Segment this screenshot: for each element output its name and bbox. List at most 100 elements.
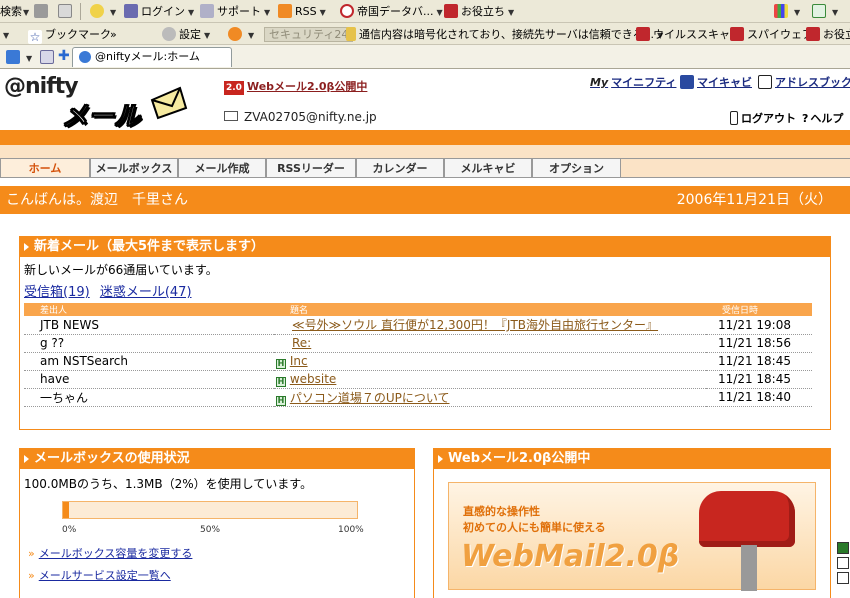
mail-from: JTB NEWS bbox=[24, 316, 274, 335]
mail-subject[interactable]: ≪号外≫ソウル 直行便が12,300円！『JTB海外自由旅行センター』 bbox=[292, 318, 658, 332]
security24-badge[interactable]: セキュリティ24 bbox=[264, 26, 354, 43]
widget-icon[interactable] bbox=[837, 572, 849, 584]
html-mail-icon: H bbox=[276, 395, 286, 406]
html-mail-icon: H bbox=[276, 376, 286, 387]
envelope-logo-icon bbox=[150, 86, 188, 120]
inbox-link[interactable]: 受信箱(19) bbox=[24, 285, 90, 300]
oyakudachi2-button[interactable]: お役立 bbox=[806, 26, 850, 43]
login-button[interactable]: ログイン ▼ bbox=[124, 3, 194, 20]
site-header: @nifty メール 2.0 Webメール2.0β公開中 ZVA02705@nif… bbox=[0, 70, 850, 133]
pencil-icon[interactable] bbox=[34, 3, 51, 20]
banner-line1: 直感的な操作性 bbox=[463, 505, 540, 518]
mailbox-usage-title: メールボックスの使用状況 bbox=[20, 449, 414, 469]
virus-scan-button[interactable]: ウイルススキャン bbox=[636, 26, 741, 43]
grid-icon[interactable] bbox=[40, 49, 57, 66]
teikoku-button[interactable]: 帝国データバ... ▼ bbox=[340, 3, 443, 20]
mycabi-link[interactable]: マイキャビ bbox=[680, 74, 752, 90]
header-band bbox=[0, 130, 850, 145]
new-mail-panel: 新着メール（最大5件まで表示します） 新しいメールが66通届いています。 受信箱… bbox=[19, 236, 831, 430]
home-icon[interactable]: ▼ bbox=[6, 49, 32, 66]
arrow-icon: » bbox=[28, 569, 35, 582]
table-row[interactable]: 一ちゃん H パソコン道場７のUPについて 11/21 18:40 bbox=[24, 388, 812, 407]
dd-icon[interactable]: ▼ bbox=[20, 3, 29, 20]
new-mail-count: 新しいメールが66通届いています。 bbox=[24, 263, 218, 277]
widget-icon[interactable] bbox=[837, 557, 849, 569]
bookmarks-button[interactable]: ☆ ブックマーク bbox=[28, 26, 111, 44]
door-icon bbox=[730, 111, 738, 125]
mail-date: 11/21 18:45 bbox=[706, 370, 812, 389]
mail-subject[interactable]: Re: bbox=[292, 336, 311, 350]
windows-icon[interactable]: ▼ bbox=[774, 3, 800, 20]
nav-tab-mailbox[interactable]: メールボックス bbox=[90, 158, 178, 178]
mail-table: 差出人 題名 受信日時 JTB NEWS ≪号外≫ソウル 直行便が12,300円… bbox=[24, 303, 812, 407]
mynifty-link[interactable]: My マイニフティ bbox=[590, 74, 676, 90]
banner-logo: WebMail2.0β bbox=[461, 539, 680, 574]
security-message[interactable]: 通信内容は暗号化されており、接続先サーバは信頼できる... ▼ bbox=[346, 26, 663, 43]
gauge-label-0: 0% bbox=[62, 525, 77, 535]
mailbox-usage-panel: メールボックスの使用状況 100.0MBのうち、1.3MB（2%）を使用していま… bbox=[19, 448, 415, 598]
spam-link[interactable]: 迷惑メール(47) bbox=[100, 285, 192, 300]
webmail-panel-title: Webメール2.0β公開中 bbox=[434, 449, 830, 469]
help-icon: ? bbox=[802, 112, 809, 125]
table-row[interactable]: am NSTSearch H Inc 11/21 18:45 bbox=[24, 352, 812, 371]
account-address: ZVA02705@nifty.ne.jp bbox=[224, 110, 377, 124]
webmail-promo-link[interactable]: 2.0 Webメール2.0β公開中 bbox=[224, 78, 367, 95]
webmail-banner[interactable]: 直感的な操作性 初めての人にも簡単に使える WebMail2.0β bbox=[448, 482, 816, 591]
cabinet-icon bbox=[680, 75, 694, 89]
dd-icon[interactable]: ▼ bbox=[0, 26, 9, 43]
col-from: 差出人 bbox=[24, 303, 274, 316]
mail-from: 一ちゃん bbox=[24, 388, 274, 407]
nav-tab-compose[interactable]: メール作成 bbox=[178, 158, 266, 178]
browser-toolbar-2: ▼ ☆ ブックマーク » 設定 ▼ ▼ セキュリティ24 通信内容は暗号化されており… bbox=[0, 23, 850, 45]
help-link[interactable]: ? ヘルプ bbox=[802, 110, 843, 126]
main-nav: ホーム メールボックス メール作成 RSSリーダー カレンダー メルキャビ オプ… bbox=[0, 158, 850, 178]
oyakudachi-button[interactable]: お役立ち ▼ bbox=[444, 3, 514, 20]
side-widgets bbox=[836, 540, 850, 598]
table-row[interactable]: have H website 11/21 18:45 bbox=[24, 370, 812, 389]
change-capacity-link[interactable]: » メールボックス容量を変更する bbox=[28, 545, 192, 561]
col-subject: 題名 bbox=[274, 303, 706, 316]
search-icon[interactable]: ▼ bbox=[812, 3, 838, 20]
webmail-promo-text: Webメール2.0β公開中 bbox=[246, 80, 368, 93]
spyware-button[interactable]: スパイウェア bbox=[730, 26, 813, 43]
book-icon bbox=[758, 75, 772, 89]
webmail-badge: 2.0 bbox=[224, 81, 244, 95]
mail-date: 11/21 18:56 bbox=[706, 334, 812, 353]
account-text: ZVA02705@nifty.ne.jp bbox=[244, 110, 377, 124]
search-label[interactable]: 検索 bbox=[0, 3, 22, 20]
settings-button[interactable]: 設定 ▼ bbox=[162, 26, 210, 43]
nav-tab-home[interactable]: ホーム bbox=[0, 158, 90, 178]
page-icon[interactable] bbox=[58, 3, 75, 20]
mail-subject[interactable]: パソコン道場７のUPについて bbox=[290, 391, 450, 405]
nav-tab-melcabi[interactable]: メルキャビ bbox=[444, 158, 532, 178]
support-button[interactable]: サポート ▼ bbox=[200, 3, 270, 20]
chevron-more-icon[interactable]: » bbox=[110, 26, 117, 43]
addressbook-link[interactable]: アドレスブック bbox=[758, 74, 850, 90]
header-band-light bbox=[0, 145, 850, 158]
tab-strip: ▼ ✚ @niftyメール:ホーム bbox=[0, 45, 850, 69]
bulb-icon[interactable]: ▼ bbox=[90, 3, 116, 20]
nav-tab-rss[interactable]: RSSリーダー bbox=[266, 158, 356, 178]
mail-subject[interactable]: Inc bbox=[290, 354, 308, 368]
tab-nifty-mail[interactable]: @niftyメール:ホーム bbox=[72, 47, 232, 67]
new-tab-icon[interactable]: ✚ bbox=[58, 48, 70, 65]
greeting-bar: こんばんは。渡辺 千里さん 2006年11月21日（火） bbox=[0, 186, 850, 214]
usage-text: 100.0MBのうち、1.3MB（2%）を使用しています。 bbox=[24, 477, 313, 491]
logout-link[interactable]: ログアウト bbox=[730, 110, 796, 126]
my-icon: My bbox=[590, 76, 609, 89]
table-row[interactable]: JTB NEWS ≪号外≫ソウル 直行便が12,300円！『JTB海外自由旅行セ… bbox=[24, 316, 812, 335]
nav-tab-calendar[interactable]: カレンダー bbox=[356, 158, 444, 178]
mail-subject[interactable]: website bbox=[290, 372, 337, 386]
usage-gauge-fill bbox=[63, 502, 69, 518]
nav-tab-options[interactable]: オプション bbox=[532, 158, 621, 178]
table-row[interactable]: g ?? Re: 11/21 18:56 bbox=[24, 334, 812, 353]
new-mail-title: 新着メール（最大5件まで表示します） bbox=[20, 237, 830, 257]
tab-title: @niftyメール:ホーム bbox=[95, 50, 200, 63]
widget-icon[interactable] bbox=[837, 542, 849, 554]
rss-button[interactable]: RSS ▼ bbox=[278, 3, 326, 20]
mail-settings-link[interactable]: » メールサービス設定一覧へ bbox=[28, 567, 171, 583]
greeting-text: こんばんは。渡辺 千里さん bbox=[6, 192, 188, 208]
orange-plus-icon[interactable]: ▼ bbox=[228, 26, 254, 43]
mail-date: 11/21 18:45 bbox=[706, 352, 812, 371]
gauge-label-50: 50% bbox=[200, 525, 221, 535]
